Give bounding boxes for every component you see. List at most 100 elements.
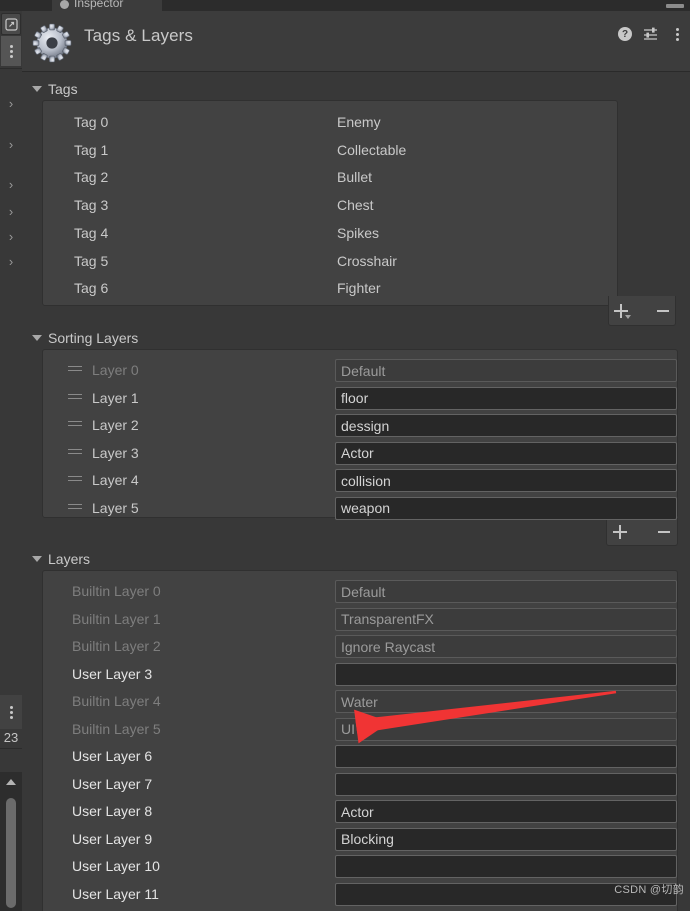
tags-foldout[interactable]: Tags bbox=[32, 78, 78, 100]
rail-count-badge: 23 bbox=[3, 729, 19, 745]
layer-row-label: Builtin Layer 5 bbox=[72, 720, 161, 737]
add-tag-button[interactable] bbox=[609, 302, 633, 320]
sorting-layer-name-field[interactable]: collision bbox=[335, 469, 677, 492]
more-menu-button[interactable] bbox=[668, 25, 686, 43]
sorting-layer-name-field[interactable]: floor bbox=[335, 386, 677, 410]
layer-row[interactable]: Builtin Layer 5 UI bbox=[42, 717, 678, 744]
layer-name-field[interactable] bbox=[335, 662, 677, 686]
drag-handle-icon[interactable] bbox=[68, 448, 82, 459]
layer-row-label: User Layer 10 bbox=[72, 858, 160, 874]
tag-row-label: Tag 6 bbox=[74, 280, 109, 297]
tag-row-value[interactable]: Bullet bbox=[337, 169, 372, 185]
chevron-down-icon bbox=[32, 335, 42, 341]
sorting-layer-row[interactable]: Layer 2 dessign bbox=[42, 414, 678, 440]
add-sorting-layer-button[interactable] bbox=[607, 523, 633, 541]
sorting-layer-name-field[interactable]: dessign bbox=[335, 414, 677, 437]
drag-handle-icon[interactable] bbox=[68, 366, 82, 376]
scroll-up-arrow-icon[interactable] bbox=[0, 772, 22, 792]
tag-row-value[interactable]: Enemy bbox=[337, 114, 381, 130]
sorting-layer-row[interactable]: Layer 1 floor bbox=[42, 386, 678, 413]
sorting-layer-row[interactable]: Layer 4 collision bbox=[42, 469, 678, 495]
sorting-layer-name-field[interactable]: weapon bbox=[335, 496, 677, 520]
layer-name-field[interactable]: TransparentFX bbox=[335, 607, 677, 631]
minus-icon bbox=[658, 530, 670, 533]
drag-handle-icon[interactable] bbox=[68, 503, 82, 514]
layer-row[interactable]: User Layer 3 bbox=[42, 662, 678, 689]
tab-inspector[interactable]: Inspector bbox=[52, 0, 162, 11]
layer-name-field[interactable]: Water bbox=[335, 690, 677, 713]
layer-name-field[interactable]: Actor bbox=[335, 800, 677, 823]
rail-chevron-6[interactable]: › bbox=[0, 253, 22, 269]
tags-row[interactable]: Tag 0 Enemy bbox=[42, 110, 618, 136]
rail-chevron-2[interactable]: › bbox=[0, 136, 22, 152]
tag-row-value[interactable]: Chest bbox=[337, 197, 374, 213]
layer-row[interactable]: Builtin Layer 1 TransparentFX bbox=[42, 607, 678, 634]
sorting-layer-row[interactable]: Layer 5 weapon bbox=[42, 496, 678, 523]
tag-row-label: Tag 4 bbox=[74, 224, 109, 241]
tag-row-label: Tag 0 bbox=[74, 114, 109, 130]
layer-row[interactable]: Builtin Layer 4 Water bbox=[42, 690, 678, 716]
layer-row[interactable]: Builtin Layer 2 Ignore Raycast bbox=[42, 635, 678, 661]
preset-button[interactable] bbox=[642, 25, 660, 43]
help-icon: ? bbox=[618, 27, 632, 41]
watermark: CSDN @切韵 bbox=[614, 884, 684, 896]
tags-row[interactable]: Tag 4 Spikes bbox=[42, 221, 618, 247]
tag-row-value[interactable]: Fighter bbox=[337, 280, 381, 296]
layer-row[interactable]: Builtin Layer 0 Default bbox=[42, 580, 678, 606]
sorting-layer-row[interactable]: Layer 0 Default bbox=[42, 359, 678, 385]
chevron-down-icon bbox=[32, 86, 42, 92]
tags-row[interactable]: Tag 6 Fighter bbox=[42, 276, 618, 302]
layer-row[interactable]: User Layer 11 bbox=[42, 882, 678, 909]
minus-icon bbox=[657, 309, 669, 312]
scrollbar-thumb[interactable] bbox=[6, 798, 16, 908]
layer-row[interactable]: User Layer 6 bbox=[42, 745, 678, 771]
sorting-layer-label: Layer 2 bbox=[92, 417, 139, 433]
layer-name-field[interactable] bbox=[335, 745, 677, 768]
rail-chevron-1[interactable]: › bbox=[0, 95, 22, 111]
layer-row[interactable]: User Layer 9 Blocking bbox=[42, 827, 678, 854]
sorting-layer-label: Layer 0 bbox=[92, 362, 139, 378]
tags-row[interactable]: Tag 2 Bullet bbox=[42, 165, 618, 191]
layer-name-field[interactable]: UI bbox=[335, 717, 677, 741]
layers-foldout[interactable]: Layers bbox=[32, 548, 90, 570]
tags-row[interactable]: Tag 5 Crosshair bbox=[42, 249, 618, 275]
rail-chevron-4[interactable]: › bbox=[0, 203, 22, 219]
window-collapse-button[interactable] bbox=[666, 4, 684, 8]
tag-row-value[interactable]: Collectable bbox=[337, 142, 406, 158]
rail-chevron-3[interactable]: › bbox=[0, 176, 22, 192]
rail-chevron-5[interactable]: › bbox=[0, 228, 22, 244]
sorting-layer-row[interactable]: Layer 3 Actor bbox=[42, 441, 678, 468]
layer-row[interactable]: User Layer 7 bbox=[42, 772, 678, 799]
layer-name-field[interactable] bbox=[335, 772, 677, 796]
layer-row[interactable]: User Layer 8 Actor bbox=[42, 800, 678, 826]
inspector-body: Tags Tag 0 Enemy Tag 1 Collectable Tag 2 Bull… bbox=[22, 72, 690, 911]
rail-kebab-button[interactable] bbox=[1, 36, 21, 66]
sorting-layer-name-field[interactable]: Default bbox=[335, 359, 677, 382]
rail-kebab-button-lower[interactable] bbox=[0, 695, 22, 729]
layers-section-label: Layers bbox=[48, 551, 91, 567]
drag-handle-icon[interactable] bbox=[68, 393, 82, 404]
drag-handle-icon[interactable] bbox=[68, 476, 82, 486]
layer-name-field[interactable] bbox=[335, 855, 677, 878]
layer-name-field[interactable]: Ignore Raycast bbox=[335, 635, 677, 658]
layer-row[interactable]: User Layer 10 bbox=[42, 855, 678, 881]
layer-name-field[interactable]: Default bbox=[335, 580, 677, 603]
drag-handle-icon[interactable] bbox=[68, 421, 82, 431]
rail-divider bbox=[0, 68, 22, 69]
tags-row[interactable]: Tag 3 Chest bbox=[42, 193, 618, 219]
tags-row[interactable]: Tag 1 Collectable bbox=[42, 138, 618, 164]
vertical-scrollbar[interactable] bbox=[0, 772, 22, 911]
remove-sorting-layer-button[interactable] bbox=[651, 523, 677, 541]
rail-top-strip bbox=[0, 0, 22, 11]
sorting-layers-foldout[interactable]: Sorting Layers bbox=[32, 327, 138, 349]
rail-expand-button[interactable] bbox=[1, 13, 21, 35]
tag-row-value[interactable]: Spikes bbox=[337, 225, 379, 241]
tag-row-value[interactable]: Crosshair bbox=[337, 253, 397, 269]
remove-tag-button[interactable] bbox=[651, 302, 675, 320]
layer-row-label: Builtin Layer 0 bbox=[72, 583, 161, 599]
help-button[interactable]: ? bbox=[616, 25, 634, 43]
layer-name-field[interactable]: Blocking bbox=[335, 827, 677, 851]
sorting-layer-name-field[interactable]: Actor bbox=[335, 441, 677, 465]
left-rail: › › › › › › 23 bbox=[0, 0, 22, 911]
layer-row-label: Builtin Layer 1 bbox=[72, 610, 161, 627]
